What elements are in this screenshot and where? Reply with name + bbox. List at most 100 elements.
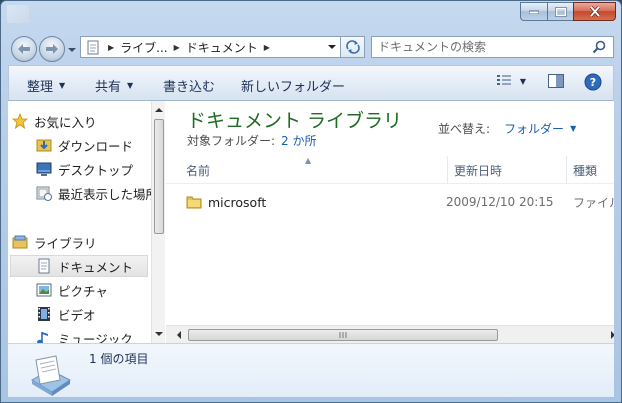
videos-icon bbox=[35, 305, 53, 323]
preview-pane-button[interactable] bbox=[545, 73, 567, 89]
new-folder-label: 新しいフォルダー bbox=[241, 80, 346, 95]
nav-item-music[interactable]: ミュージック bbox=[35, 327, 151, 343]
column-header-name[interactable]: 名前 bbox=[180, 156, 447, 184]
nav-item-videos[interactable]: ビデオ bbox=[35, 303, 151, 325]
nav-buttons bbox=[9, 34, 79, 62]
nav-item-label: ピクチャ bbox=[58, 283, 108, 299]
scroll-down-button[interactable] bbox=[152, 327, 166, 341]
desktop-icon bbox=[35, 160, 53, 178]
organize-button[interactable]: 整理 ▼ bbox=[27, 76, 65, 95]
maximize-button[interactable] bbox=[547, 2, 573, 21]
burn-label: 書き込む bbox=[163, 80, 216, 95]
breadcrumb-separator-icon[interactable]: ▶ bbox=[174, 43, 180, 52]
table-row[interactable]: microsoft 2009/12/10 20:15 ファイル bbox=[186, 191, 614, 213]
share-button[interactable]: 共有 ▼ bbox=[95, 76, 133, 95]
breadcrumb-item-libraries[interactable]: ライブ... bbox=[120, 39, 167, 56]
chevron-down-icon bbox=[328, 45, 336, 49]
libraries-icon bbox=[11, 233, 29, 251]
file-list-pane: ドキュメント ライブラリ 対象フォルダー: 2 か所 並べ替え: フォルダー ▼ … bbox=[166, 101, 614, 343]
documents-icon bbox=[35, 257, 53, 275]
back-button[interactable] bbox=[11, 36, 37, 62]
svg-text:?: ? bbox=[590, 76, 596, 89]
view-details-icon bbox=[496, 75, 511, 85]
minimize-button[interactable] bbox=[520, 2, 547, 21]
chevron-left-icon bbox=[177, 331, 181, 339]
title-bar bbox=[1, 1, 621, 29]
chevron-down-icon[interactable]: ▼ bbox=[570, 124, 576, 133]
breadcrumb: ▶ ライブ... ▶ ドキュメント ▶ bbox=[102, 39, 276, 56]
nav-item-desktop[interactable]: デスクトップ bbox=[35, 158, 151, 180]
file-type: ファイル bbox=[573, 195, 614, 210]
column-header-row: 名前 更新日時 種類 bbox=[166, 156, 614, 184]
scrollbar-thumb[interactable] bbox=[188, 329, 498, 341]
scrollbar-thumb[interactable] bbox=[154, 119, 164, 234]
nav-item-downloads[interactable]: ダウンロード bbox=[35, 134, 151, 156]
horizontal-scrollbar[interactable] bbox=[166, 325, 614, 343]
address-history-button[interactable] bbox=[326, 41, 338, 53]
chevron-down-icon: ▼ bbox=[127, 81, 134, 90]
search-icon[interactable] bbox=[590, 38, 608, 56]
arrange-by-dropdown[interactable]: フォルダー bbox=[504, 120, 564, 137]
item-count: 1 個の項目 bbox=[89, 352, 149, 366]
close-icon bbox=[589, 6, 600, 17]
breadcrumb-separator-icon[interactable]: ▶ bbox=[264, 43, 270, 52]
command-bar: 整理 ▼ 共有 ▼ 書き込む 新しいフォルダー ▼ ? bbox=[8, 65, 614, 101]
library-title: ドキュメント ライブラリ bbox=[187, 110, 403, 132]
preview-pane-icon bbox=[548, 74, 564, 88]
chevron-right-icon bbox=[611, 331, 614, 339]
breadcrumb-item-documents[interactable]: ドキュメント bbox=[186, 39, 258, 56]
maximize-icon bbox=[554, 6, 567, 17]
document-library-icon bbox=[84, 38, 102, 56]
nav-item-documents[interactable]: ドキュメント bbox=[10, 255, 148, 277]
window-icon bbox=[7, 5, 29, 23]
scroll-up-button[interactable] bbox=[152, 103, 166, 117]
library-locations: 対象フォルダー: 2 か所 bbox=[187, 132, 317, 149]
refresh-icon bbox=[345, 40, 360, 54]
recent-pages-button[interactable] bbox=[67, 44, 77, 54]
recent-places-icon bbox=[35, 184, 53, 202]
burn-button[interactable]: 書き込む bbox=[163, 76, 215, 95]
nav-item-label: ダウンロード bbox=[58, 138, 134, 154]
close-button[interactable] bbox=[573, 2, 616, 21]
search-input[interactable] bbox=[372, 37, 590, 57]
nav-item-libraries[interactable]: ライブラリ bbox=[11, 231, 149, 253]
breadcrumb-separator-icon[interactable]: ▶ bbox=[108, 43, 114, 52]
column-header-date[interactable]: 更新日時 bbox=[448, 156, 566, 184]
content-area: お気に入り ダウンロード デスクトップ 最近表示した場所 ライブラリ ドキュメン… bbox=[8, 101, 614, 343]
address-bar[interactable]: ▶ ライブ... ▶ ドキュメント ▶ bbox=[80, 36, 341, 58]
grip-icon bbox=[339, 332, 347, 338]
file-name: microsoft bbox=[208, 194, 267, 210]
chevron-up-icon bbox=[155, 108, 163, 112]
scroll-right-button[interactable] bbox=[606, 328, 614, 342]
refresh-button[interactable] bbox=[341, 36, 365, 58]
forward-arrow-icon bbox=[46, 44, 58, 54]
search-box[interactable] bbox=[371, 36, 614, 58]
new-folder-button[interactable]: 新しいフォルダー bbox=[241, 76, 345, 95]
nav-item-recent-places[interactable]: 最近表示した場所 bbox=[35, 182, 151, 204]
scroll-left-button[interactable] bbox=[172, 328, 186, 342]
navigation-pane-scrollbar[interactable] bbox=[151, 101, 165, 343]
nav-item-favorites[interactable]: お気に入り bbox=[11, 110, 149, 132]
chevron-down-icon: ▼ bbox=[59, 81, 66, 90]
change-view-button[interactable]: ▼ bbox=[493, 73, 529, 89]
library-locations-link[interactable]: 2 か所 bbox=[281, 134, 316, 148]
chevron-down-icon: ▼ bbox=[519, 76, 527, 86]
nav-item-label: デスクトップ bbox=[58, 162, 134, 178]
nav-item-label: ドキュメント bbox=[58, 259, 134, 275]
nav-item-label: ミュージック bbox=[58, 331, 133, 344]
nav-item-pictures[interactable]: ピクチャ bbox=[35, 279, 151, 301]
minimize-icon bbox=[529, 10, 539, 14]
target-folder-label: 対象フォルダー: bbox=[187, 134, 276, 148]
column-header-type[interactable]: 種類 bbox=[567, 156, 614, 184]
organize-label: 整理 bbox=[27, 80, 54, 95]
music-icon bbox=[35, 329, 53, 343]
chevron-down-icon bbox=[68, 48, 76, 52]
nav-item-label: 最近表示した場所 bbox=[58, 186, 151, 202]
forward-button[interactable] bbox=[39, 36, 65, 62]
file-name-cell: microsoft bbox=[186, 194, 446, 210]
share-label: 共有 bbox=[95, 80, 122, 95]
pictures-icon bbox=[35, 281, 53, 299]
back-arrow-icon bbox=[18, 44, 30, 54]
file-modified-date: 2009/12/10 20:15 bbox=[446, 195, 554, 209]
help-button[interactable]: ? bbox=[582, 73, 604, 91]
